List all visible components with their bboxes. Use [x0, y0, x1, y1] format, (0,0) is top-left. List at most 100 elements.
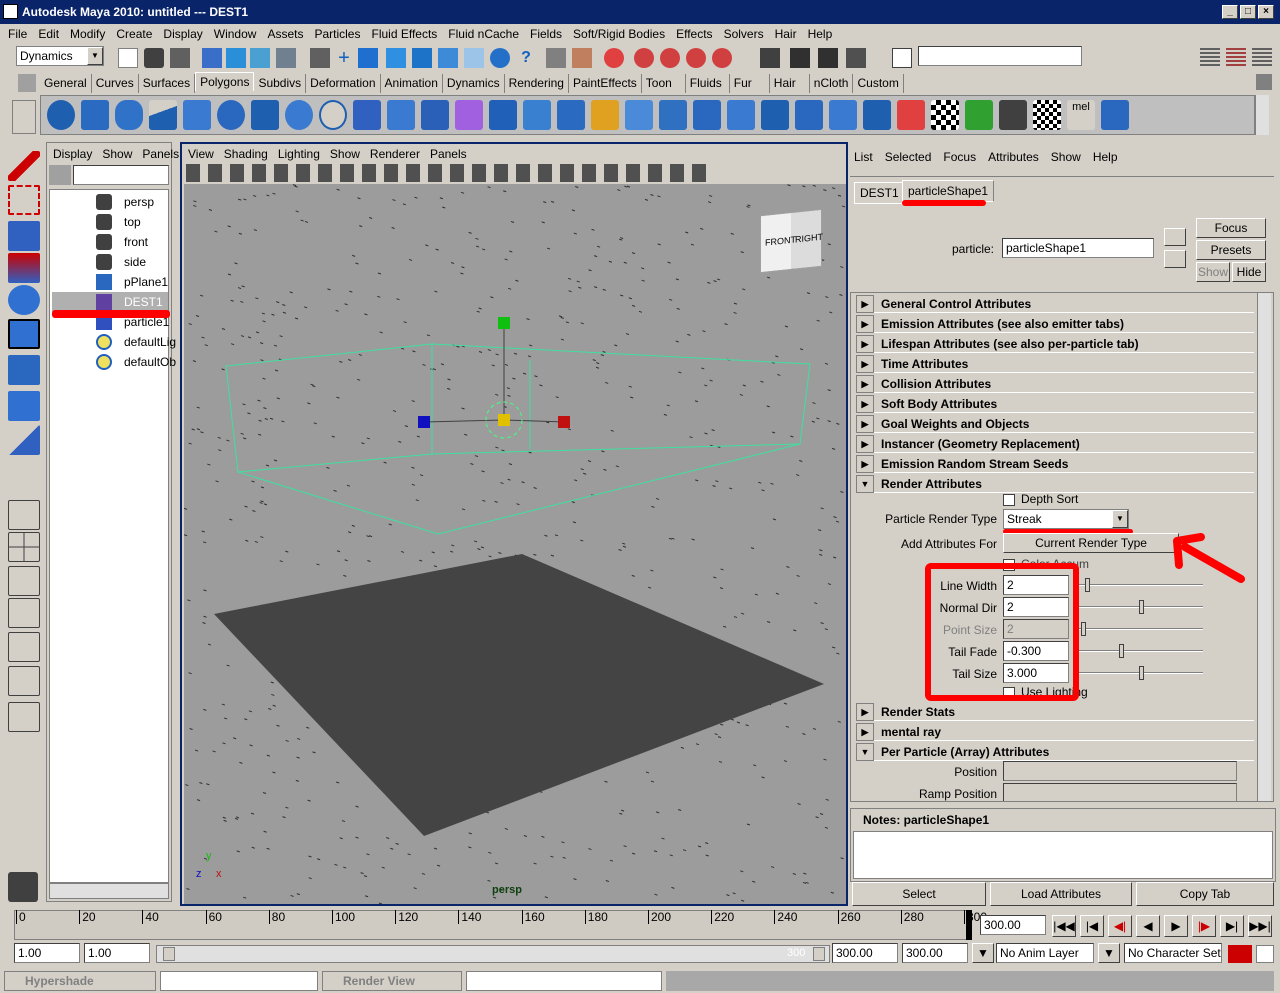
snap-point-icon[interactable]	[386, 48, 406, 68]
wedge-icon[interactable]	[863, 100, 891, 130]
auto-key-icon[interactable]	[1228, 945, 1252, 963]
input-mode-icon[interactable]	[892, 48, 912, 68]
poly-soccer-icon[interactable]	[319, 100, 347, 130]
hypershade-icon[interactable]	[686, 48, 706, 68]
section-mental-ray[interactable]: ▶ mental ray	[856, 723, 1254, 741]
shelf-tab-painteffects[interactable]: PaintEffects	[569, 74, 642, 93]
menu-effects[interactable]: Effects	[676, 27, 712, 41]
poly-cone-icon[interactable]	[149, 100, 177, 130]
load-attributes-button[interactable]: Load Attributes	[990, 882, 1132, 906]
notes-textarea[interactable]	[853, 831, 1273, 879]
menu-particles[interactable]: Particles	[314, 27, 360, 41]
current-render-type-button[interactable]: Current Render Type	[1003, 533, 1179, 553]
shelf-tab-animation[interactable]: Animation	[381, 74, 443, 93]
outliner-item-default-light-set[interactable]: defaultLig	[52, 332, 176, 352]
outliner-item-default-object-set[interactable]: defaultOb	[52, 352, 176, 372]
outliner-menu-show[interactable]: Show	[102, 147, 132, 161]
particle-render-type-select[interactable]: Streak ▼	[1003, 509, 1129, 529]
select-button[interactable]: Select	[852, 882, 986, 906]
shelf-tab-polygons[interactable]: Polygons	[195, 72, 255, 91]
ae-menu-help[interactable]: Help	[1093, 150, 1118, 164]
shelf-tab-hair[interactable]: Hair	[770, 74, 810, 93]
viewport-scene[interactable]: FRONT RIGHT y z x persp	[184, 184, 846, 904]
character-set-field[interactable]: No Character Set	[1124, 943, 1222, 963]
snap-grid-icon[interactable]: +	[334, 48, 354, 68]
ae-menu-focus[interactable]: Focus	[943, 150, 976, 164]
outliner-filter-icon[interactable]	[49, 165, 71, 185]
range-slider-left-handle[interactable]	[163, 947, 175, 961]
insert-edge-loop-icon[interactable]	[625, 100, 653, 130]
checker-map-icon[interactable]	[931, 100, 959, 130]
manip-x-handle[interactable]	[558, 416, 570, 428]
poly-pipe-icon[interactable]	[285, 100, 313, 130]
vp-menu-shading[interactable]: Shading	[224, 147, 268, 161]
section-render-stats[interactable]: ▶ Render Stats	[856, 703, 1254, 721]
ae-menu-show[interactable]: Show	[1051, 150, 1081, 164]
shelf-tab-ncloth[interactable]: nCloth	[810, 74, 854, 93]
channel-box-toggle-icon[interactable]	[1200, 48, 1220, 68]
smooth-icon[interactable]	[455, 100, 483, 130]
layout-dropdown-icon[interactable]	[8, 702, 40, 732]
lock-icon[interactable]	[546, 48, 566, 68]
menu-modify[interactable]: Modify	[70, 27, 105, 41]
scale-tool-icon[interactable]	[8, 319, 40, 349]
soft-mod-tool-icon[interactable]	[8, 391, 40, 421]
extrude-icon[interactable]	[489, 100, 517, 130]
current-time-marker[interactable]	[966, 910, 972, 940]
range-slider-right-handle[interactable]	[813, 947, 825, 961]
ae-menu-attributes[interactable]: Attributes	[988, 150, 1039, 164]
ramp-position-field[interactable]	[1003, 783, 1237, 801]
step-forward-button[interactable]: ▶|	[1220, 915, 1244, 937]
menu-soft-rigid[interactable]: Soft/Rigid Bodies	[573, 27, 665, 41]
anim-layer-field[interactable]: No Anim Layer	[996, 943, 1094, 963]
sphere-icon[interactable]	[490, 48, 510, 68]
menu-display[interactable]: Display	[163, 27, 202, 41]
make-live-icon[interactable]	[438, 48, 458, 68]
select-hierarchy-icon[interactable]	[202, 48, 222, 68]
char-set-dropdown-icon[interactable]: ▼	[1098, 943, 1120, 963]
range-slider[interactable]: 300	[156, 945, 830, 963]
construction-history-icon[interactable]	[464, 48, 484, 68]
playback-end-field[interactable]: 300.00	[832, 943, 898, 963]
shelf-tab-toon[interactable]: Toon	[642, 74, 686, 93]
mel-script-icon[interactable]: mel	[1067, 100, 1095, 130]
section-lifespan[interactable]: ▶ Lifespan Attributes (see also per-parti…	[856, 335, 1254, 353]
node-name-field[interactable]: particleShape1	[1002, 238, 1154, 258]
section-time[interactable]: ▶ Time Attributes	[856, 355, 1254, 373]
time-slider[interactable]: 0 20 40 60 80 100 120 140 160 180 200 220 240 260 280 3…	[0, 908, 1280, 944]
view-cube[interactable]: FRONT RIGHT	[760, 208, 823, 274]
play-backward-button[interactable]: ◀	[1136, 915, 1160, 937]
anim-layer-dropdown-icon[interactable]: ▼	[972, 943, 994, 963]
planar-map-icon[interactable]	[897, 100, 925, 130]
single-pane-layout-icon[interactable]	[8, 500, 40, 530]
select-component-icon[interactable]	[250, 48, 270, 68]
select-tool-icon[interactable]	[8, 151, 40, 181]
poly-sphere-icon[interactable]	[47, 100, 75, 130]
cylindrical-map-icon[interactable]	[999, 100, 1027, 130]
hide-button[interactable]: Hide	[1232, 262, 1266, 282]
presets-button[interactable]: Presets	[1196, 240, 1266, 260]
clapper-settings-icon[interactable]	[818, 48, 838, 68]
go-to-end-button[interactable]: ▶▶|	[1248, 915, 1272, 937]
lock-selection-icon[interactable]	[310, 48, 330, 68]
menu-help[interactable]: Help	[808, 27, 833, 41]
shelf-scrollbar[interactable]	[1255, 95, 1269, 135]
tool-settings-toggle-icon[interactable]	[1252, 48, 1272, 68]
help-line-icon[interactable]: ?	[516, 48, 536, 68]
section-goal-weights[interactable]: ▶ Goal Weights and Objects	[856, 415, 1254, 433]
shelf-tab-dynamics[interactable]: Dynamics	[443, 74, 505, 93]
move-tool-icon[interactable]	[8, 253, 40, 283]
output-connections-icon[interactable]	[1164, 250, 1186, 268]
outliner-menu-panels[interactable]: Panels	[142, 147, 179, 161]
menu-assets[interactable]: Assets	[267, 27, 303, 41]
poly-cylinder-icon[interactable]	[115, 100, 143, 130]
new-scene-icon[interactable]	[118, 48, 138, 68]
shelf-tab-custom[interactable]: Custom	[853, 74, 904, 93]
custom-script-icon[interactable]	[1101, 100, 1129, 130]
hypershade-minimized[interactable]: Hypershade	[4, 971, 156, 991]
manip-y-handle[interactable]	[498, 317, 510, 329]
ae-menu-list[interactable]: List	[854, 150, 873, 164]
position-field[interactable]	[1003, 761, 1237, 781]
offset-edge-icon[interactable]	[659, 100, 687, 130]
lasso-tool-icon[interactable]	[8, 185, 40, 215]
